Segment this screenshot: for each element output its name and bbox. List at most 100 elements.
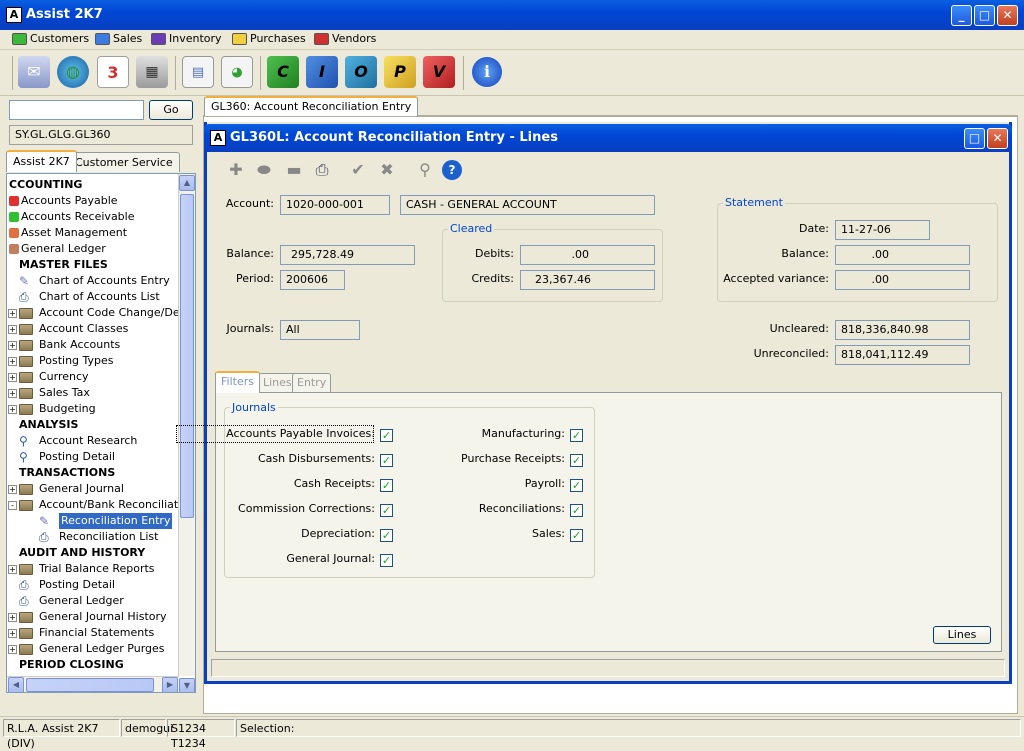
o-icon[interactable]: O: [345, 56, 377, 88]
expand-icon[interactable]: +: [8, 373, 17, 382]
menu-customers[interactable]: Customers: [10, 32, 89, 48]
tree-item[interactable]: - Account/Bank Reconciliation: [7, 497, 195, 513]
tree-item[interactable]: + Bank Accounts: [7, 337, 179, 353]
expand-icon[interactable]: +: [8, 357, 17, 366]
tree-item[interactable]: ⎙ Chart of Accounts List: [7, 289, 179, 305]
journal-filter-checkbox[interactable]: ✓: [570, 429, 583, 442]
link-icon[interactable]: ⬬: [252, 158, 276, 182]
scroll-down-button[interactable]: ▼: [179, 678, 195, 692]
tab-lines[interactable]: Lines: [258, 373, 297, 392]
journal-filter-checkbox[interactable]: ✓: [380, 554, 393, 567]
collapse-icon[interactable]: -: [8, 501, 17, 510]
tree-item[interactable]: ⎙ General Ledger: [7, 593, 179, 609]
journal-filter-checkbox[interactable]: ✓: [570, 454, 583, 467]
minimize-button[interactable]: _: [951, 5, 972, 26]
statement-date-field[interactable]: 11-27-06: [835, 220, 930, 240]
scroll-right-button[interactable]: ▶: [162, 677, 178, 692]
tree-item[interactable]: CCOUNTING: [7, 177, 179, 193]
tree-item[interactable]: General Ledger: [7, 241, 179, 257]
report-icon[interactable]: ▤: [182, 56, 214, 88]
search-input[interactable]: [9, 100, 144, 120]
tree-item[interactable]: ⚲ Account Research: [7, 433, 179, 449]
inner-close-button[interactable]: ✕: [987, 128, 1008, 149]
scroll-left-button[interactable]: ◀: [8, 677, 24, 692]
tree-item[interactable]: ✎ Chart of Accounts Entry: [7, 273, 179, 289]
account-field[interactable]: 1020-000-001: [280, 195, 390, 215]
tree-item[interactable]: + Currency: [7, 369, 179, 385]
tree-item[interactable]: + General Journal: [7, 481, 179, 497]
tree-item[interactable]: + Posting Types: [7, 353, 179, 369]
cancel-icon[interactable]: ✖: [375, 158, 399, 182]
tree-item[interactable]: + Account Classes: [7, 321, 179, 337]
menu-sales[interactable]: Sales: [93, 32, 142, 48]
journal-filter-checkbox[interactable]: ✓: [570, 529, 583, 542]
chart-report-icon[interactable]: ◕: [221, 56, 253, 88]
expand-icon[interactable]: +: [8, 325, 17, 334]
expand-icon[interactable]: +: [8, 645, 17, 654]
tab-customer-service[interactable]: Customer Service: [68, 152, 180, 172]
expand-icon[interactable]: +: [8, 629, 17, 638]
tree-item[interactable]: AUDIT AND HISTORY: [7, 545, 179, 561]
calculator-icon[interactable]: ▦: [136, 56, 168, 88]
expand-icon[interactable]: +: [8, 613, 17, 622]
tree-item[interactable]: + Financial Statements: [7, 625, 179, 641]
tree-item[interactable]: + Trial Balance Reports: [7, 561, 179, 577]
tree-item[interactable]: Accounts Payable: [7, 193, 179, 209]
scroll-thumb[interactable]: [180, 194, 194, 518]
accepted-variance-field[interactable]: .00: [835, 270, 970, 290]
menu-inventory[interactable]: Inventory: [149, 32, 222, 48]
expand-icon[interactable]: +: [8, 485, 17, 494]
tree-item[interactable]: Accounts Receivable: [7, 209, 179, 225]
tree-item[interactable]: ⚲ Posting Detail: [7, 449, 179, 465]
c-icon[interactable]: C: [267, 56, 299, 88]
mail-icon[interactable]: ✉: [18, 56, 50, 88]
info-icon[interactable]: i: [472, 57, 502, 87]
tab-gl360[interactable]: GL360: Account Reconciliation Entry: [204, 96, 419, 116]
add-icon[interactable]: ✚: [224, 158, 248, 182]
tree-item[interactable]: + General Ledger Purges: [7, 641, 179, 657]
tree-item[interactable]: ✎ Reconciliation Entry: [7, 513, 179, 529]
scroll-up-button[interactable]: ▲: [179, 175, 195, 191]
calendar-icon[interactable]: 3: [97, 56, 129, 88]
expand-icon[interactable]: +: [8, 341, 17, 350]
tree-item[interactable]: MASTER FILES: [7, 257, 179, 273]
tree-item[interactable]: ⎙ Reconciliation List: [7, 529, 179, 545]
expand-icon[interactable]: +: [8, 565, 17, 574]
tree-item[interactable]: + Sales Tax: [7, 385, 179, 401]
tab-entry[interactable]: Entry: [292, 373, 332, 392]
tab-assist[interactable]: Assist 2K7: [6, 150, 77, 172]
statement-balance-field[interactable]: .00: [835, 245, 970, 265]
p-icon[interactable]: P: [384, 56, 416, 88]
tree-item[interactable]: + General Journal History: [7, 609, 179, 625]
accept-icon[interactable]: ✔: [346, 158, 370, 182]
tab-filters[interactable]: Filters: [215, 371, 260, 393]
tree-item[interactable]: ⎙ Posting Detail: [7, 577, 179, 593]
tree-item[interactable]: PERIOD CLOSING: [7, 657, 179, 673]
tree-horizontal-scrollbar[interactable]: ◀ ▶: [7, 676, 179, 692]
tree-item[interactable]: ANALYSIS: [7, 417, 179, 433]
expand-icon[interactable]: +: [8, 309, 17, 318]
journals-field[interactable]: All: [280, 320, 360, 340]
i-icon[interactable]: I: [306, 56, 338, 88]
globe-icon[interactable]: ◍: [57, 56, 89, 88]
expand-icon[interactable]: +: [8, 405, 17, 414]
menu-purchases[interactable]: Purchases: [230, 32, 306, 48]
inner-maximize-button[interactable]: □: [964, 128, 985, 149]
go-button[interactable]: Go: [149, 100, 193, 120]
journal-filter-checkbox[interactable]: ✓: [570, 504, 583, 517]
tree-item[interactable]: TRANSACTIONS: [7, 465, 179, 481]
journal-filter-checkbox[interactable]: ✓: [570, 479, 583, 492]
tree-item[interactable]: + Budgeting: [7, 401, 179, 417]
period-field[interactable]: 200606: [280, 270, 345, 290]
search-icon[interactable]: ⚲: [413, 158, 437, 182]
print-icon[interactable]: ⎙: [310, 158, 334, 182]
help-icon[interactable]: ?: [442, 160, 462, 180]
hscroll-thumb[interactable]: [26, 678, 154, 692]
tree-item[interactable]: + Account Code Change/Delete: [7, 305, 195, 321]
close-button[interactable]: ✕: [997, 5, 1018, 26]
delete-line-icon[interactable]: ▬: [282, 158, 306, 182]
menu-vendors[interactable]: Vendors: [312, 32, 376, 48]
maximize-button[interactable]: □: [974, 5, 995, 26]
expand-icon[interactable]: +: [8, 389, 17, 398]
tree-item[interactable]: Asset Management: [7, 225, 179, 241]
